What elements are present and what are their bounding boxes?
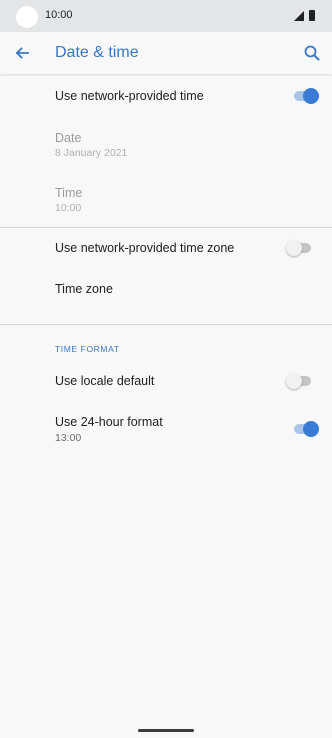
time-zone-label: Time zone	[55, 282, 113, 296]
time-label: Time	[55, 186, 83, 200]
setting-network-time[interactable]: Use network-provided time	[0, 74, 332, 118]
status-bar: 10:00	[0, 0, 332, 32]
network-time-zone-label: Use network-provided time zone	[55, 241, 235, 255]
switch-thumb	[303, 421, 319, 437]
24-hour-format-value: 13:00	[55, 432, 82, 444]
time-value: 10:00	[55, 202, 82, 214]
24-hour-format-switch[interactable]	[293, 421, 319, 437]
locale-default-label: Use locale default	[55, 374, 155, 388]
search-icon[interactable]	[302, 43, 322, 63]
setting-locale-default[interactable]: Use locale default	[0, 360, 332, 404]
camera-cutout	[16, 6, 38, 28]
date-label: Date	[55, 131, 82, 145]
battery-icon	[309, 10, 315, 21]
setting-network-time-zone[interactable]: Use network-provided time zone	[0, 228, 332, 270]
network-time-label: Use network-provided time	[55, 89, 204, 103]
page-title: Date & time	[55, 44, 139, 61]
setting-time[interactable]: Time 10:00	[0, 174, 332, 228]
setting-date[interactable]: Date 8 January 2021	[0, 118, 332, 174]
date-value: 8 January 2021	[55, 147, 128, 159]
home-indicator[interactable]	[138, 729, 194, 732]
switch-thumb	[303, 88, 319, 104]
locale-default-switch[interactable]	[286, 373, 312, 389]
signal-icon	[294, 11, 304, 21]
divider	[0, 324, 332, 325]
network-time-switch[interactable]	[293, 88, 319, 104]
switch-thumb	[286, 373, 302, 389]
section-header-time-format: TIME FORMAT	[55, 344, 120, 354]
back-arrow-icon[interactable]	[12, 43, 32, 63]
setting-time-zone[interactable]: Time zone	[0, 270, 332, 312]
switch-thumb	[286, 240, 302, 256]
app-bar: Date & time	[0, 32, 332, 74]
setting-24-hour-format[interactable]: Use 24-hour format 13:00	[0, 404, 332, 456]
network-time-zone-switch[interactable]	[286, 240, 312, 256]
status-time: 10:00	[45, 9, 73, 21]
24-hour-format-label: Use 24-hour format	[55, 415, 163, 429]
